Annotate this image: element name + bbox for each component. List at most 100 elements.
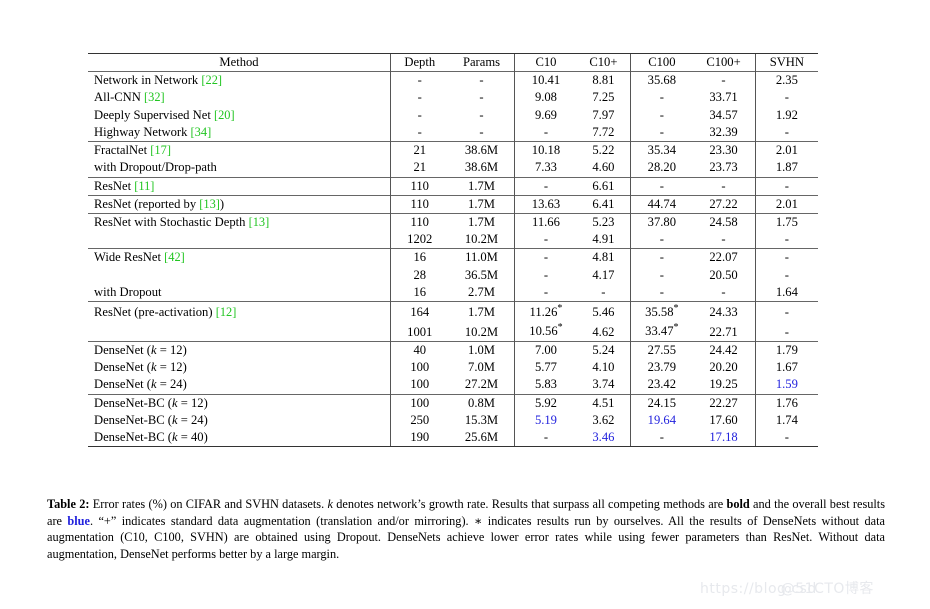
table-row: 1001 10.2M 10.56* 4.62 33.47* 22.71 - bbox=[88, 321, 818, 342]
cell-method bbox=[88, 267, 391, 284]
cell-c10: 7.00 bbox=[514, 340, 577, 360]
cell-depth: 110 bbox=[389, 212, 449, 232]
watermark: https://blog.csd@51CTO博客 bbox=[700, 578, 874, 598]
cell-method: DenseNet (k = 12) bbox=[88, 340, 391, 360]
cell-c100plus: - bbox=[692, 71, 756, 90]
cell-c100: - bbox=[630, 283, 693, 302]
cell-c100: 35.58* bbox=[630, 301, 693, 322]
cell-svhn: 1.75 bbox=[754, 212, 818, 232]
cell-c100plus: 23.73 bbox=[709, 160, 738, 175]
table-row: Highway Network [34] - - -7.72-32.39- bbox=[88, 123, 818, 142]
table-row: 28 36.5M -4.17-20.50- bbox=[88, 266, 818, 284]
column-header-c10plus: C10+ bbox=[576, 52, 631, 72]
cell-c100: 44.74 bbox=[630, 194, 693, 214]
results-table: Method Depth Params C10 C10+ C100 C100+ … bbox=[88, 52, 818, 448]
cell-c10plus: 7.72 bbox=[592, 124, 615, 139]
cell-svhn: - bbox=[754, 266, 818, 284]
cell-c100: - bbox=[630, 123, 693, 142]
cell-params: 15.3M bbox=[464, 412, 499, 427]
cell-depth: - bbox=[389, 123, 449, 142]
cell-c100: 35.34 bbox=[630, 141, 693, 160]
cell-c100plus: - bbox=[721, 284, 726, 299]
cell-c100plus: 24.42 bbox=[692, 340, 756, 360]
cell-c100plus: 22.07 bbox=[692, 248, 756, 267]
table-row: DenseNet-BC (k = 24) 250 15.3M 5.19 3.62 19.6… bbox=[88, 411, 818, 429]
cell-method bbox=[88, 231, 391, 249]
column-header-method: Method bbox=[88, 52, 391, 72]
cell-params: 2.7M bbox=[468, 284, 495, 299]
cell-c100plus: - bbox=[692, 176, 756, 196]
cell-depth: 1001 bbox=[389, 321, 449, 342]
cell-method: Wide ResNet [42] bbox=[88, 248, 391, 267]
cell-c10: - bbox=[514, 283, 577, 302]
cell-c10: 5.77 bbox=[514, 359, 577, 377]
cell-depth: 164 bbox=[389, 301, 449, 322]
cell-c10plus: 4.81 bbox=[576, 248, 631, 267]
cell-c10plus: 7.97 bbox=[592, 107, 615, 122]
cell-c100plus: 20.20 bbox=[709, 360, 738, 375]
cell-method: with Dropout bbox=[94, 284, 162, 299]
cell-c10plus: 3.62 bbox=[592, 412, 615, 427]
cell-c10: 13.63 bbox=[514, 194, 577, 214]
cell-svhn: 1.74 bbox=[754, 411, 818, 429]
cell-svhn: 2.01 bbox=[754, 194, 818, 214]
cell-method: ResNet (reported by [13]) bbox=[88, 194, 391, 214]
cell-c10: 9.69 bbox=[514, 106, 577, 124]
cell-c10plus: 5.22 bbox=[576, 141, 631, 160]
cell-c100: - bbox=[630, 89, 693, 107]
cell-method: Highway Network [34] bbox=[94, 124, 212, 139]
table-row: DenseNet (k = 12) 40 1.0M 7.00 5.24 27.55 24.4… bbox=[88, 340, 818, 360]
cell-c100plus: 17.18 bbox=[692, 428, 756, 448]
cell-method: ResNet with Stochastic Depth [13] bbox=[88, 212, 391, 232]
cell-depth: 110 bbox=[389, 194, 449, 214]
cell-c10plus: 4.91 bbox=[592, 232, 615, 247]
cell-method: DenseNet (k = 24) bbox=[94, 377, 187, 392]
cell-svhn: 1.67 bbox=[754, 359, 818, 377]
cell-c10plus: 4.10 bbox=[592, 360, 615, 375]
cell-method: DenseNet-BC (k = 40) bbox=[88, 428, 391, 448]
cell-c100: - bbox=[630, 248, 693, 267]
table-header-row: Method Depth Params C10 C10+ C100 C100+ … bbox=[88, 52, 818, 72]
cell-depth: 28 bbox=[389, 266, 449, 284]
cell-c100plus: 33.71 bbox=[709, 90, 738, 105]
cell-svhn: - bbox=[754, 301, 818, 322]
cell-depth: 40 bbox=[389, 340, 449, 360]
cell-c10plus: 6.41 bbox=[576, 194, 631, 214]
cell-c10plus: 3.74 bbox=[592, 377, 615, 392]
cell-c100: - bbox=[630, 428, 693, 448]
cell-params: 1.0M bbox=[448, 340, 515, 360]
cell-c10plus: 5.24 bbox=[576, 340, 631, 360]
cell-depth: 110 bbox=[389, 176, 449, 196]
cell-params: 0.8M bbox=[448, 393, 515, 412]
cell-params: 10.2M bbox=[464, 232, 499, 247]
cell-svhn: 1.76 bbox=[754, 393, 818, 412]
cell-params: 1.7M bbox=[448, 212, 515, 232]
cell-params: 38.6M bbox=[464, 160, 499, 175]
cell-c100: - bbox=[630, 106, 693, 124]
cell-params: 27.2M bbox=[464, 377, 499, 392]
cell-c10plus: 4.60 bbox=[592, 160, 615, 175]
column-header-depth: Depth bbox=[389, 52, 449, 72]
cell-c10plus: 5.46 bbox=[576, 301, 631, 322]
cell-svhn: 1.87 bbox=[754, 159, 818, 178]
cell-depth: 190 bbox=[389, 428, 449, 448]
cell-method: DenseNet-BC (k = 12) bbox=[88, 393, 391, 412]
cell-c10: 9.08 bbox=[514, 89, 577, 107]
cell-c10: 11.66 bbox=[514, 212, 577, 232]
cell-depth: - bbox=[389, 89, 449, 107]
caption-blue-word: blue bbox=[67, 513, 90, 528]
cell-c10: 10.41 bbox=[514, 71, 577, 90]
cell-c10: - bbox=[514, 176, 577, 196]
cell-params: 36.5M bbox=[464, 267, 499, 282]
cell-c100: - bbox=[630, 231, 693, 249]
table-row: ResNet [11] 110 1.7M -6.61- - - bbox=[88, 176, 818, 196]
table-row: FractalNet [17] 21 38.6M 10.18 5.22 35.34 23.3… bbox=[88, 141, 818, 160]
cell-c100: 33.47* bbox=[630, 321, 693, 342]
cell-method: ResNet [11] bbox=[88, 176, 391, 196]
table-row: All-CNN [32] - -9.08 7.25-33.71- bbox=[88, 89, 818, 107]
cell-depth: 21 bbox=[389, 159, 449, 178]
cell-c100plus: - bbox=[721, 232, 726, 247]
cell-depth: 100 bbox=[389, 376, 449, 395]
cell-c10: 11.26* bbox=[514, 301, 577, 322]
table-row: DenseNet (k = 12) 100 7.0M 5.77 4.10 23.79 20.… bbox=[88, 359, 818, 377]
